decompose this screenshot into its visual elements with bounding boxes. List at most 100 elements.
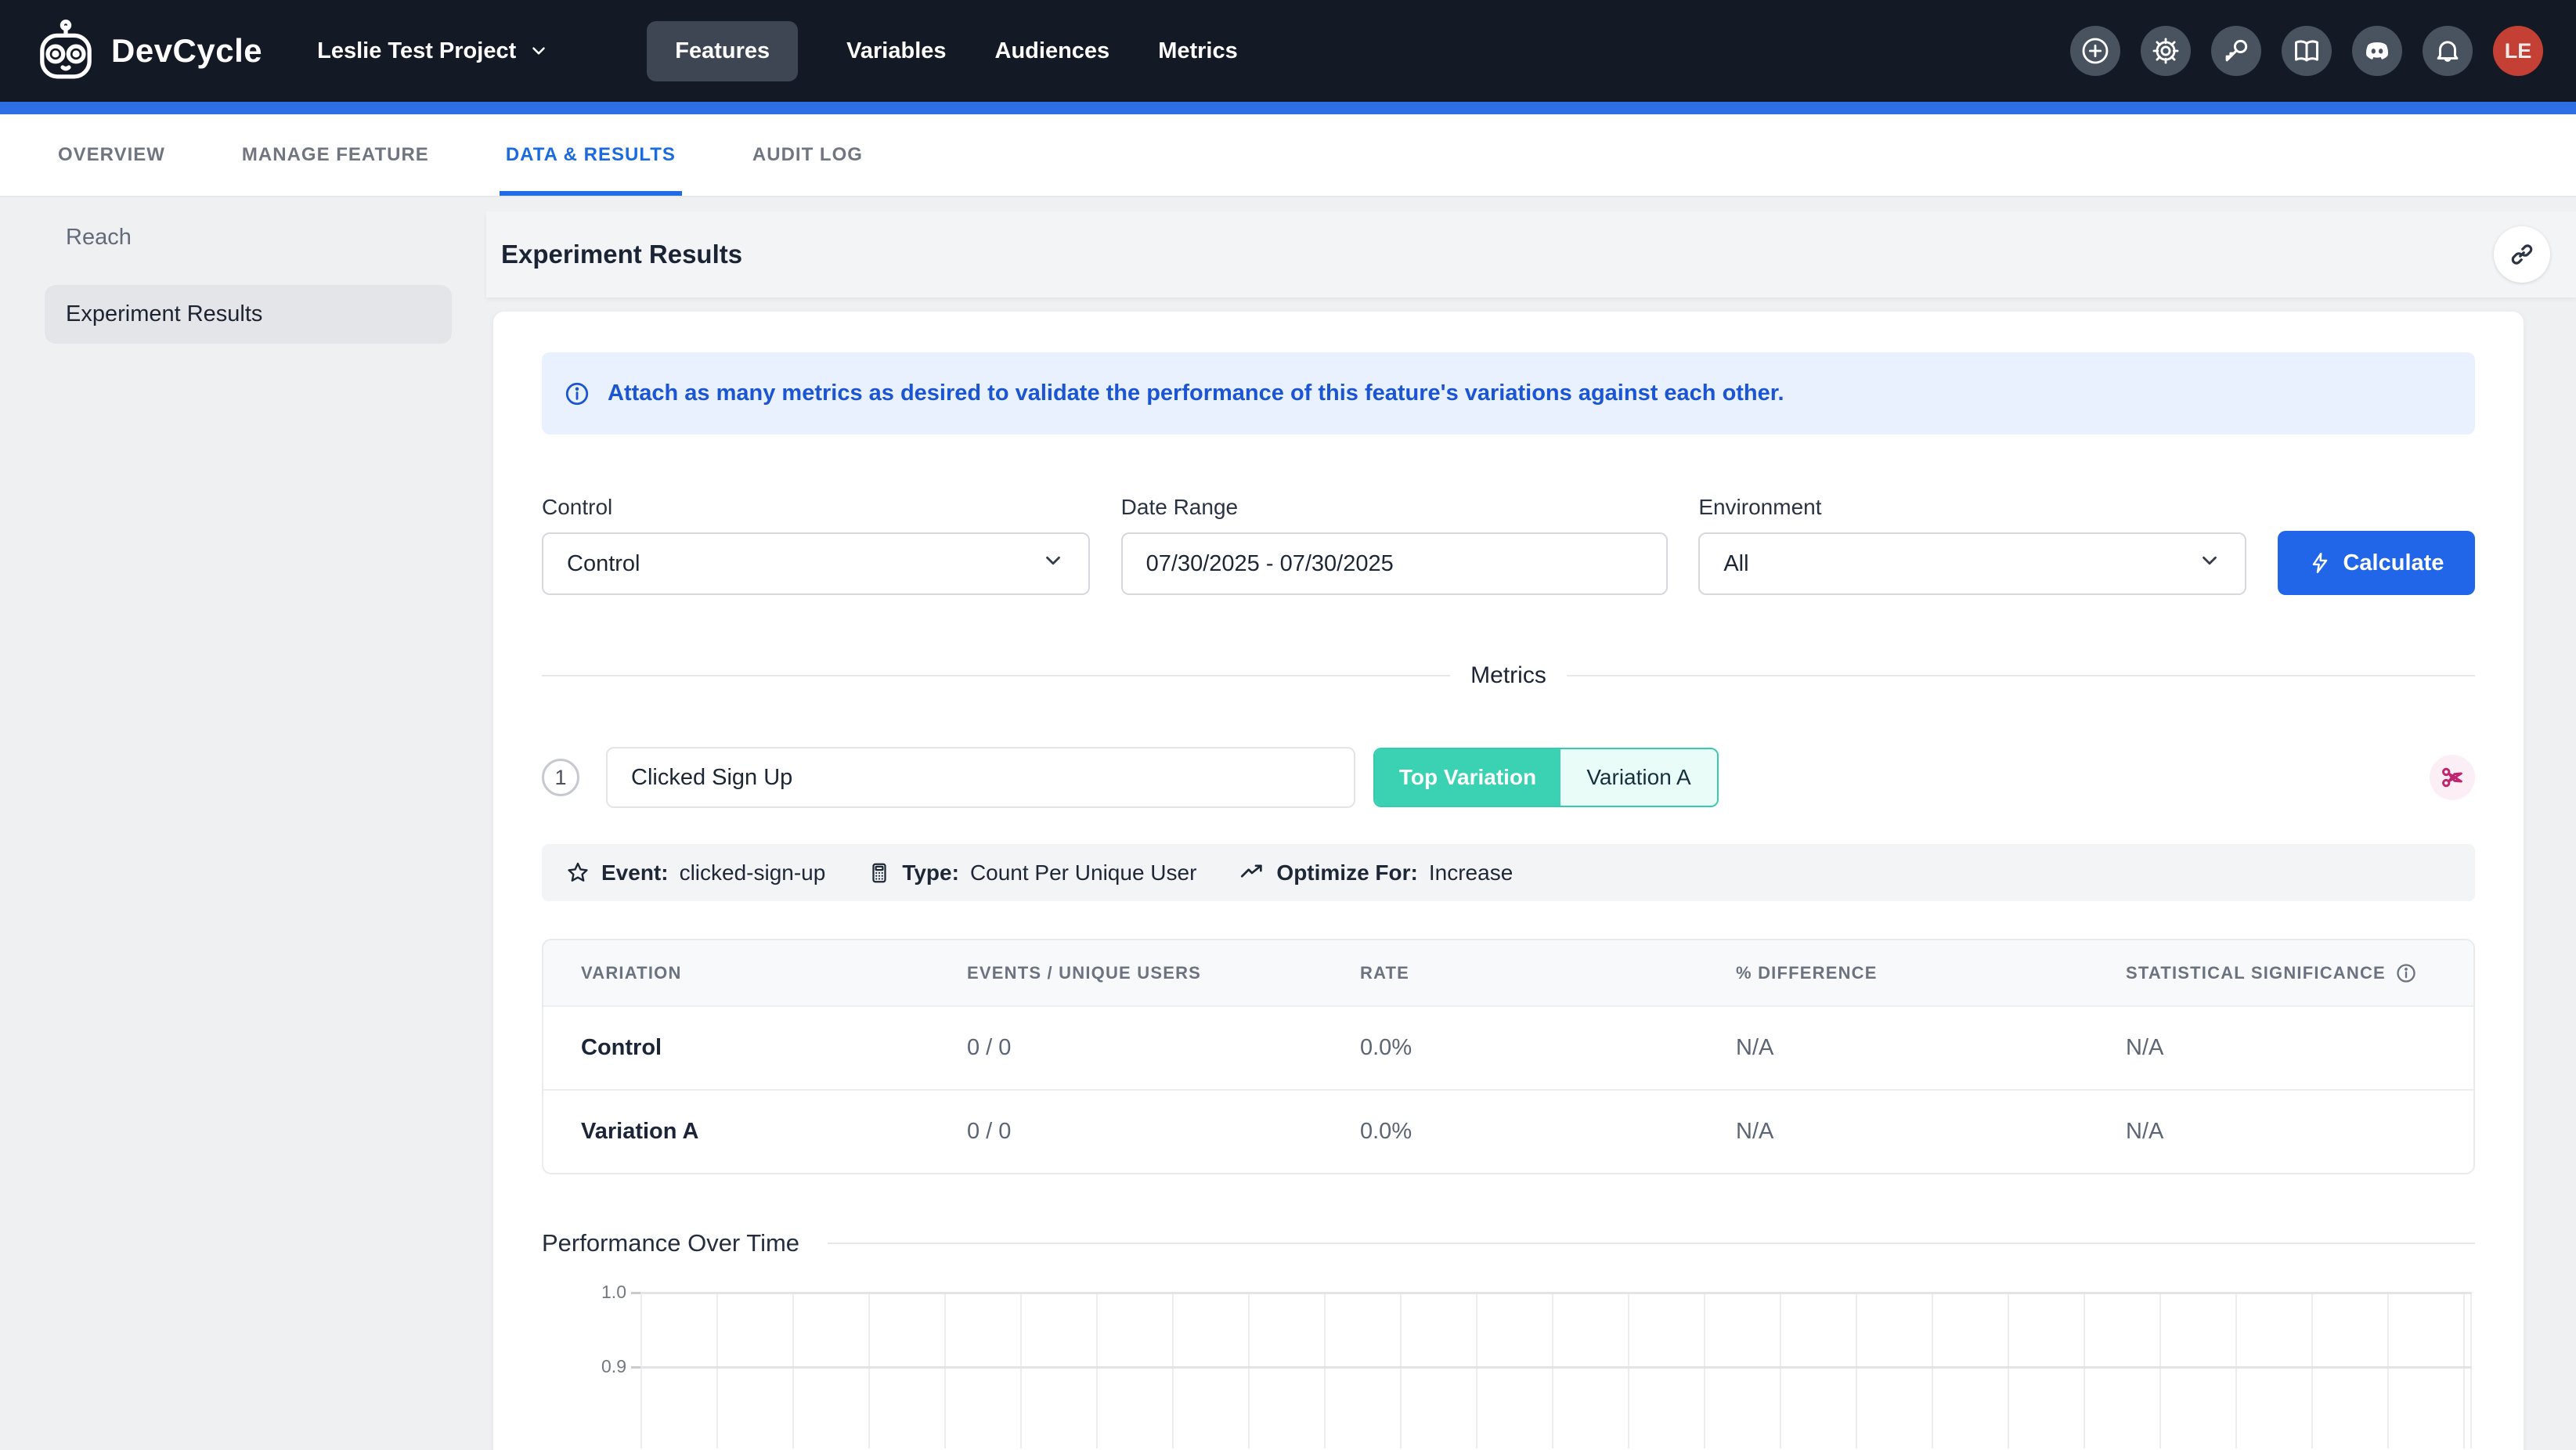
metric-summary-bar: Event: clicked-sign-up Type: Count Per U… [542,844,2475,901]
add-button[interactable] [2070,26,2120,76]
nav-item-features[interactable]: Features [647,21,798,81]
nav-item-metrics[interactable]: Metrics [1158,21,1238,81]
col-difference: % DIFFERENCE [1736,963,2126,983]
col-rate: RATE [1360,963,1736,983]
brand-logo[interactable]: DevCycle [33,18,262,84]
row-significance: N/A [2126,1035,2473,1061]
calculator-icon [868,861,891,885]
environment-label: Environment [1698,495,2246,520]
remove-metric-button[interactable] [2430,755,2475,800]
performance-chart: 1.0 0.9 [542,1292,2475,1441]
chevron-down-icon [1041,549,1065,572]
col-events: EVENTS / UNIQUE USERS [967,963,1360,983]
page-header: Experiment Results [486,211,2576,298]
y-axis-tick-label: 0.9 [542,1356,626,1377]
row-significance: N/A [2126,1119,2473,1145]
info-banner-text: Attach as many metrics as desired to val… [608,381,1784,406]
metric-index-badge: 1 [542,759,579,796]
type-value: Count Per Unique User [970,860,1196,886]
main-panel: Experiment Results Attach as many metric… [486,199,2576,1450]
performance-divider-line [828,1243,2475,1244]
row-rate: 0.0% [1360,1119,1736,1145]
optimize-value: Increase [1429,860,1513,886]
chart-gridline [640,1292,2472,1294]
row-difference: N/A [1736,1035,2126,1061]
project-selector[interactable]: Leslie Test Project [317,38,549,64]
navbar-actions: LE [2070,26,2543,76]
control-filter: Control Control [542,495,1090,595]
row-events: 0 / 0 [967,1035,1360,1061]
toggle-variation-a[interactable]: Variation A [1560,749,1717,806]
gear-icon [2151,36,2181,66]
tab-data-results[interactable]: DATA & RESULTS [500,114,682,196]
tab-overview[interactable]: OVERVIEW [52,114,171,196]
metric-row: 1 Clicked Sign Up Top Variation Variatio… [542,747,2475,808]
tab-audit-log[interactable]: AUDIT LOG [746,114,869,196]
top-navbar: DevCycle Leslie Test Project Features Va… [0,0,2576,102]
lightning-bolt-icon [2308,551,2332,575]
sidebar-item-experiment-results[interactable]: Experiment Results [45,285,452,344]
event-value: clicked-sign-up [680,860,826,886]
metric-name-input[interactable]: Clicked Sign Up [606,747,1355,808]
info-banner: Attach as many metrics as desired to val… [542,352,2475,435]
date-range-filter: Date Range 07/30/2025 - 07/30/2025 [1121,495,1668,595]
brand-name: DevCycle [111,32,262,70]
event-label: Event: [601,860,669,886]
date-range-value: 07/30/2025 - 07/30/2025 [1146,551,1394,577]
table-row: Variation A 0 / 0 0.0% N/A N/A [543,1089,2473,1173]
discord-icon [2361,35,2393,67]
calculate-button[interactable]: Calculate [2278,531,2475,595]
metrics-divider: Metrics [542,662,2475,689]
scissors-icon [2439,764,2466,791]
results-sidebar: Reach Experiment Results [0,199,486,1450]
date-range-input[interactable]: 07/30/2025 - 07/30/2025 [1121,532,1668,595]
info-icon[interactable] [2395,962,2417,984]
bell-icon [2433,36,2462,66]
api-keys-button[interactable] [2211,26,2261,76]
y-axis-tick-mark [631,1292,640,1294]
link-icon [2508,240,2536,269]
type-label: Type: [902,860,959,886]
nav-item-audiences[interactable]: Audiences [995,21,1110,81]
row-rate: 0.0% [1360,1035,1736,1061]
feature-tabbar: OVERVIEW MANAGE FEATURE DATA & RESULTS A… [0,114,2576,197]
copy-link-button[interactable] [2494,226,2550,283]
trending-up-icon [1239,860,1265,886]
divider-line-right [1567,675,2475,676]
nav-item-variables[interactable]: Variables [846,21,946,81]
discord-button[interactable] [2352,26,2402,76]
avatar[interactable]: LE [2493,26,2543,76]
notifications-button[interactable] [2423,26,2473,76]
settings-button[interactable] [2141,26,2191,76]
app-root: DevCycle Leslie Test Project Features Va… [0,0,2576,1450]
control-select[interactable]: Control [542,532,1090,595]
metrics-divider-label: Metrics [1470,662,1546,689]
performance-title: Performance Over Time [542,1229,799,1257]
y-axis-tick-label: 1.0 [542,1282,626,1303]
row-variation: Variation A [581,1119,967,1145]
tab-manage-feature[interactable]: MANAGE FEATURE [236,114,435,196]
environment-select[interactable]: All [1698,532,2246,595]
chevron-down-icon [529,41,549,61]
chart-plot-area [640,1292,2472,1448]
variation-toggle: Top Variation Variation A [1373,748,1719,807]
devcycle-robot-icon [33,18,99,84]
control-label: Control [542,495,1090,520]
content-area: Reach Experiment Results Experiment Resu… [0,199,2576,1450]
col-significance: STATISTICAL SIGNIFICANCE [2126,962,2473,984]
sidebar-item-reach[interactable]: Reach [66,225,486,251]
toggle-top-variation[interactable]: Top Variation [1375,749,1560,806]
table-row: Control 0 / 0 0.0% N/A N/A [543,1005,2473,1089]
control-value: Control [567,551,640,577]
plus-circle-icon [2080,35,2111,67]
results-table: VARIATION EVENTS / UNIQUE USERS RATE % D… [542,939,2475,1174]
page-title: Experiment Results [501,240,742,269]
environment-filter: Environment All [1698,495,2246,595]
y-axis-tick-mark [631,1366,640,1369]
chevron-down-icon [2198,549,2221,572]
chart-gridline [640,1366,2472,1369]
row-events: 0 / 0 [967,1119,1360,1145]
date-range-label: Date Range [1121,495,1668,520]
experiment-results-card: Attach as many metrics as desired to val… [493,312,2524,1450]
docs-button[interactable] [2282,26,2332,76]
